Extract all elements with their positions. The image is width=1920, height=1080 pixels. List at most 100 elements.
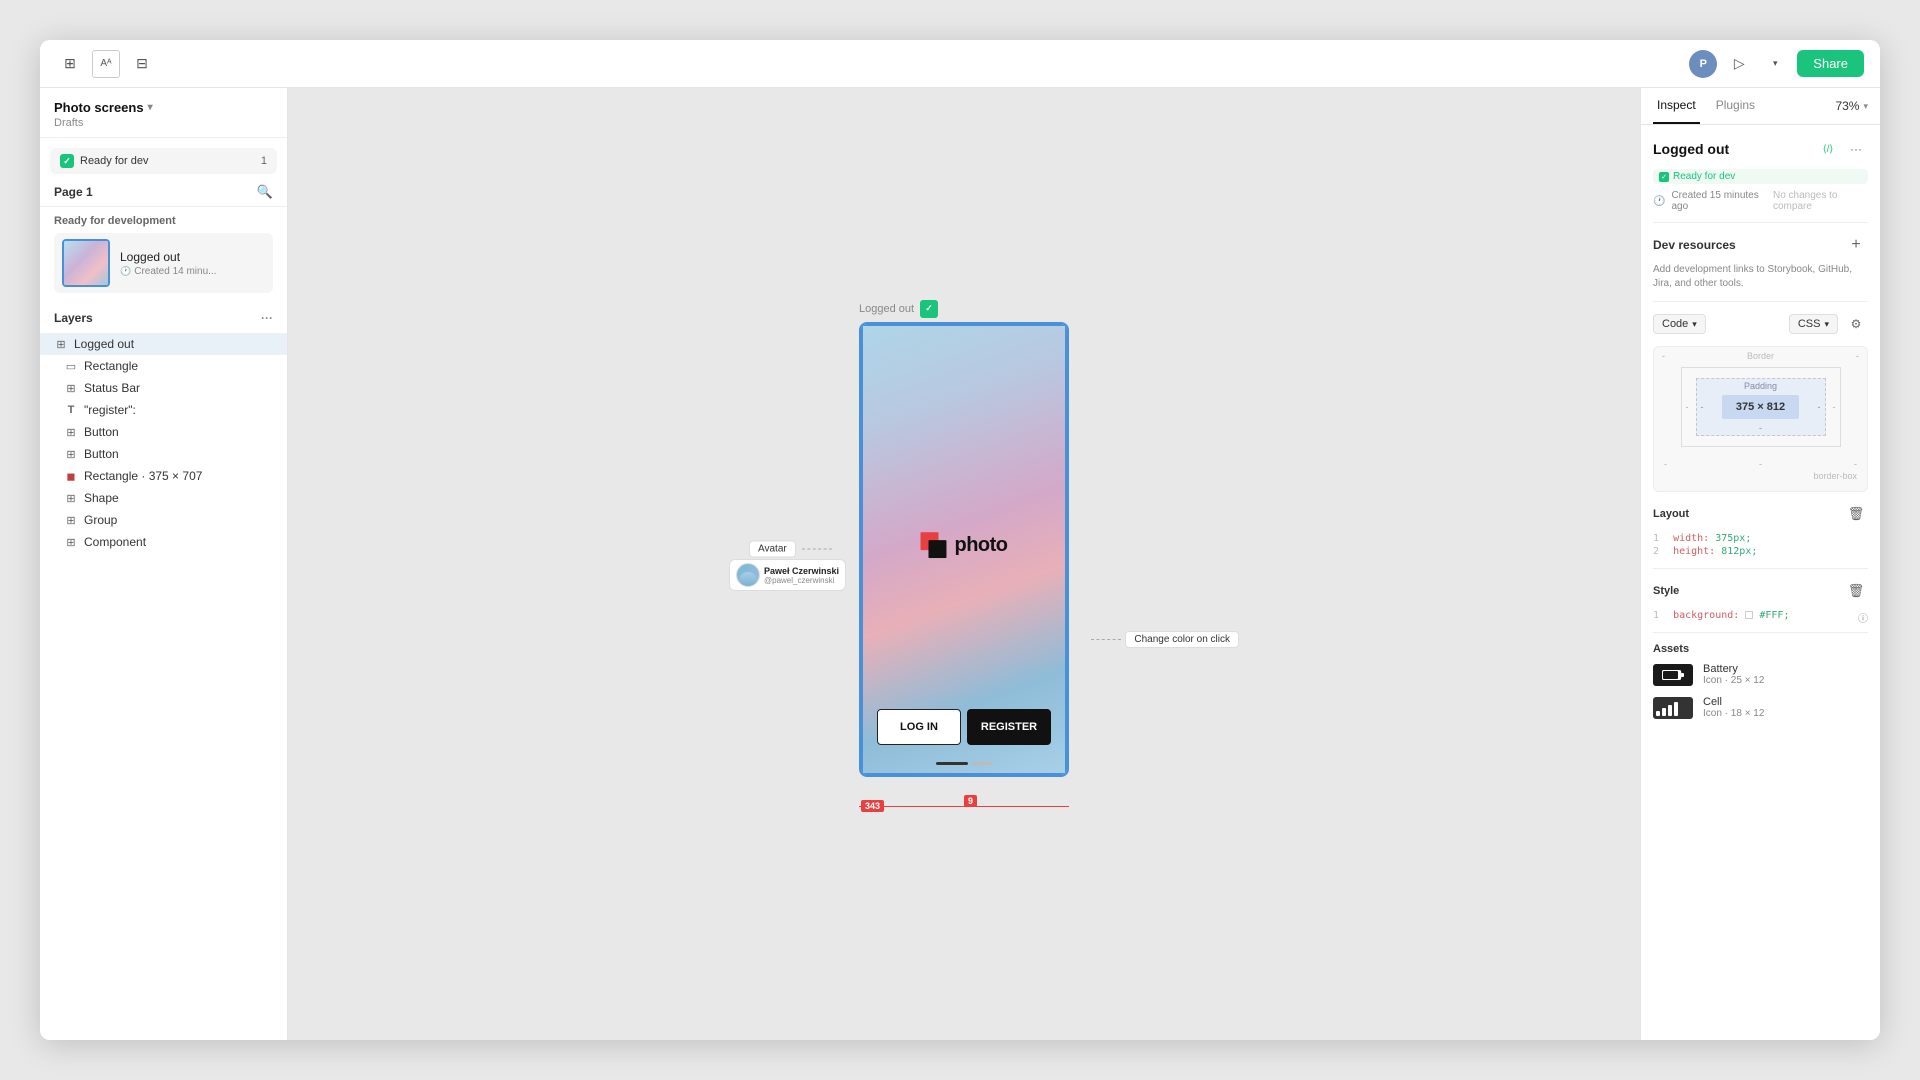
layer-item-rectangle[interactable]: ▭ Rectangle — [40, 355, 287, 377]
project-subtitle: Drafts — [54, 117, 273, 129]
layer-name-button-1: Button — [84, 425, 119, 439]
layer-icon-component: ⊞ — [64, 535, 78, 549]
top-bar: ⊞ Aᴬ ⊟ P ▷ ▾ Share — [40, 40, 1880, 88]
style-num-1: 1 — [1653, 610, 1659, 621]
tab-plugins[interactable]: Plugins — [1712, 88, 1759, 124]
frame-name: Logged out — [120, 250, 265, 264]
layer-item-button-2[interactable]: ⊞ Button — [40, 443, 287, 465]
style-section: Style 🗑 1 background: #FFF; ⓘ — [1653, 579, 1868, 622]
style-val-bg: #FFF; — [1759, 610, 1789, 621]
text-tool-btn[interactable]: Aᴬ — [92, 50, 120, 78]
code-val-width: 375px; — [1715, 533, 1751, 544]
register-button[interactable]: REGISTER — [967, 709, 1051, 745]
code-view-btn[interactable]: ⟨/⟩ — [1816, 137, 1840, 161]
layer-item-logged-out[interactable]: ⊞ Logged out — [40, 333, 287, 355]
zoom-dropdown-icon[interactable]: ▾ — [1863, 101, 1868, 112]
layer-name-rectangle: Rectangle — [84, 359, 138, 373]
layer-name-component: Component — [84, 535, 146, 549]
layers-header: Layers ··· — [40, 303, 287, 333]
divider-1 — [1653, 222, 1868, 223]
frame-time-label: Created 14 minu... — [134, 266, 216, 277]
layer-item-group[interactable]: ⊞ Group — [40, 509, 287, 531]
battery-thumb — [1653, 664, 1693, 686]
layer-item-button-1[interactable]: ⊞ Button — [40, 421, 287, 443]
project-title[interactable]: Photo screens ▾ — [54, 100, 273, 115]
ready-dot-icon: ✓ — [60, 154, 74, 168]
asset-item-battery[interactable]: Battery Icon · 25 × 12 — [1653, 663, 1868, 686]
layer-item-rectangle-size[interactable]: ◼ Rectangle · 375 × 707 — [40, 465, 287, 487]
cell-bar-4 — [1674, 702, 1678, 716]
inspect-frame-name-row: Logged out ⟨/⟩ ··· — [1653, 137, 1868, 161]
ready-for-dev-label: Ready for development — [54, 215, 273, 227]
border-box-label: border-box — [1664, 471, 1857, 481]
frame-thumbnail — [62, 239, 110, 287]
cell-bar-2 — [1662, 708, 1666, 716]
grid-icon[interactable]: ⊞ — [56, 50, 84, 78]
cell-meta: Icon · 18 × 12 — [1703, 708, 1764, 719]
layer-item-status-bar[interactable]: ⊞ Status Bar — [40, 377, 287, 399]
project-dropdown-icon[interactable]: ▾ — [148, 102, 153, 113]
ready-dev-badge: ✓ — [920, 300, 938, 318]
add-dev-resource-btn[interactable]: + — [1844, 233, 1868, 257]
box-model-padding-box: Padding 375 × 812 - - - — [1696, 378, 1826, 436]
created-info-row: 🕐 Created 15 minutes ago No changes to c… — [1653, 190, 1868, 212]
css-options: CSS ▾ ⚙ — [1789, 312, 1868, 336]
layer-item-component[interactable]: ⊞ Component — [40, 531, 287, 553]
canvas-area[interactable]: Logged out ✓ — [288, 88, 1640, 1040]
layer-item-register-text[interactable]: T "register": — [40, 399, 287, 421]
layout-delete-btn[interactable]: 🗑 — [1844, 502, 1868, 526]
layers-section: Layers ··· ⊞ Logged out ▭ Rectangle ⊞ St… — [40, 299, 287, 1040]
frame-time: 🕐 Created 14 minu... — [120, 266, 265, 277]
user-annotation: Paweł Czerwinski @pawel_czerwinski — [729, 559, 846, 591]
style-delete-btn[interactable]: 🗑 — [1844, 579, 1868, 603]
pad-right: - — [1818, 402, 1821, 412]
info-icon[interactable]: ⓘ — [1858, 610, 1868, 625]
layers-more-icon[interactable]: ··· — [261, 311, 273, 325]
page-label: Page 1 — [54, 185, 93, 199]
code-prop-width: width: — [1673, 533, 1709, 544]
asset-item-cell[interactable]: Cell Icon · 18 × 12 — [1653, 696, 1868, 719]
ready-for-dev-badge[interactable]: ✓ Ready for dev 1 — [50, 148, 277, 174]
css-select[interactable]: CSS ▾ — [1789, 314, 1838, 334]
search-icon[interactable]: 🔍 — [257, 184, 273, 200]
layer-name-register: "register": — [84, 403, 136, 417]
tab-inspect[interactable]: Inspect — [1653, 88, 1700, 124]
assets-section: Assets Battery Icon · 25 × 12 — [1653, 643, 1868, 719]
css-label: CSS — [1798, 318, 1821, 330]
cell-name: Cell — [1703, 696, 1764, 708]
frame-container: Logged out ✓ — [859, 322, 1069, 777]
style-title: Style — [1653, 585, 1679, 597]
play-btn[interactable]: ▷ — [1725, 50, 1753, 78]
divider-3 — [1653, 568, 1868, 569]
layer-icon-rect: ▭ — [64, 359, 78, 373]
play-dropdown-btn[interactable]: ▾ — [1761, 50, 1789, 78]
style-code-block: 1 background: #FFF; ⓘ — [1653, 609, 1868, 622]
settings-btn[interactable]: ⚙ — [1844, 312, 1868, 336]
style-prop-bg: background: — [1673, 610, 1739, 621]
code-num-1: 1 — [1653, 533, 1659, 544]
user-avatar[interactable]: P — [1689, 50, 1717, 78]
code-dropdown-icon: ▾ — [1692, 319, 1697, 330]
frame-card[interactable]: Logged out 🕐 Created 14 minu... — [54, 233, 273, 293]
more-options-btn[interactable]: ··· — [1844, 137, 1868, 161]
clock-icon: 🕐 — [120, 266, 131, 277]
frame-info: Logged out 🕐 Created 14 minu... — [120, 250, 265, 277]
avatar-annotation: Avatar — [749, 541, 832, 558]
phone-indicator — [936, 762, 992, 765]
change-color-label: Change color on click — [1125, 631, 1239, 648]
code-select[interactable]: Code ▾ — [1653, 314, 1706, 334]
share-button[interactable]: Share — [1797, 50, 1864, 77]
layer-item-shape[interactable]: ⊞ Shape — [40, 487, 287, 509]
zoom-level[interactable]: 73% — [1835, 99, 1859, 113]
login-button[interactable]: LOG IN — [877, 709, 961, 745]
layout-code-line-2: 2 height: 812px; — [1653, 545, 1868, 558]
layout-toggle-btn[interactable]: ⊟ — [128, 50, 156, 78]
app-window: ⊞ Aᴬ ⊟ P ▷ ▾ Share Photo screens ▾ Draft… — [40, 40, 1880, 1040]
user-info: Paweł Czerwinski @pawel_czerwinski — [764, 566, 839, 585]
user-handle: @pawel_czerwinski — [764, 576, 839, 585]
phone-buttons: LOG IN REGISTER — [861, 709, 1067, 745]
left-sidebar: Photo screens ▾ Drafts ✓ Ready for dev 1… — [40, 88, 288, 1040]
layer-icon-btn1: ⊞ — [64, 425, 78, 439]
assets-title: Assets — [1653, 643, 1868, 655]
divider-4 — [1653, 632, 1868, 633]
